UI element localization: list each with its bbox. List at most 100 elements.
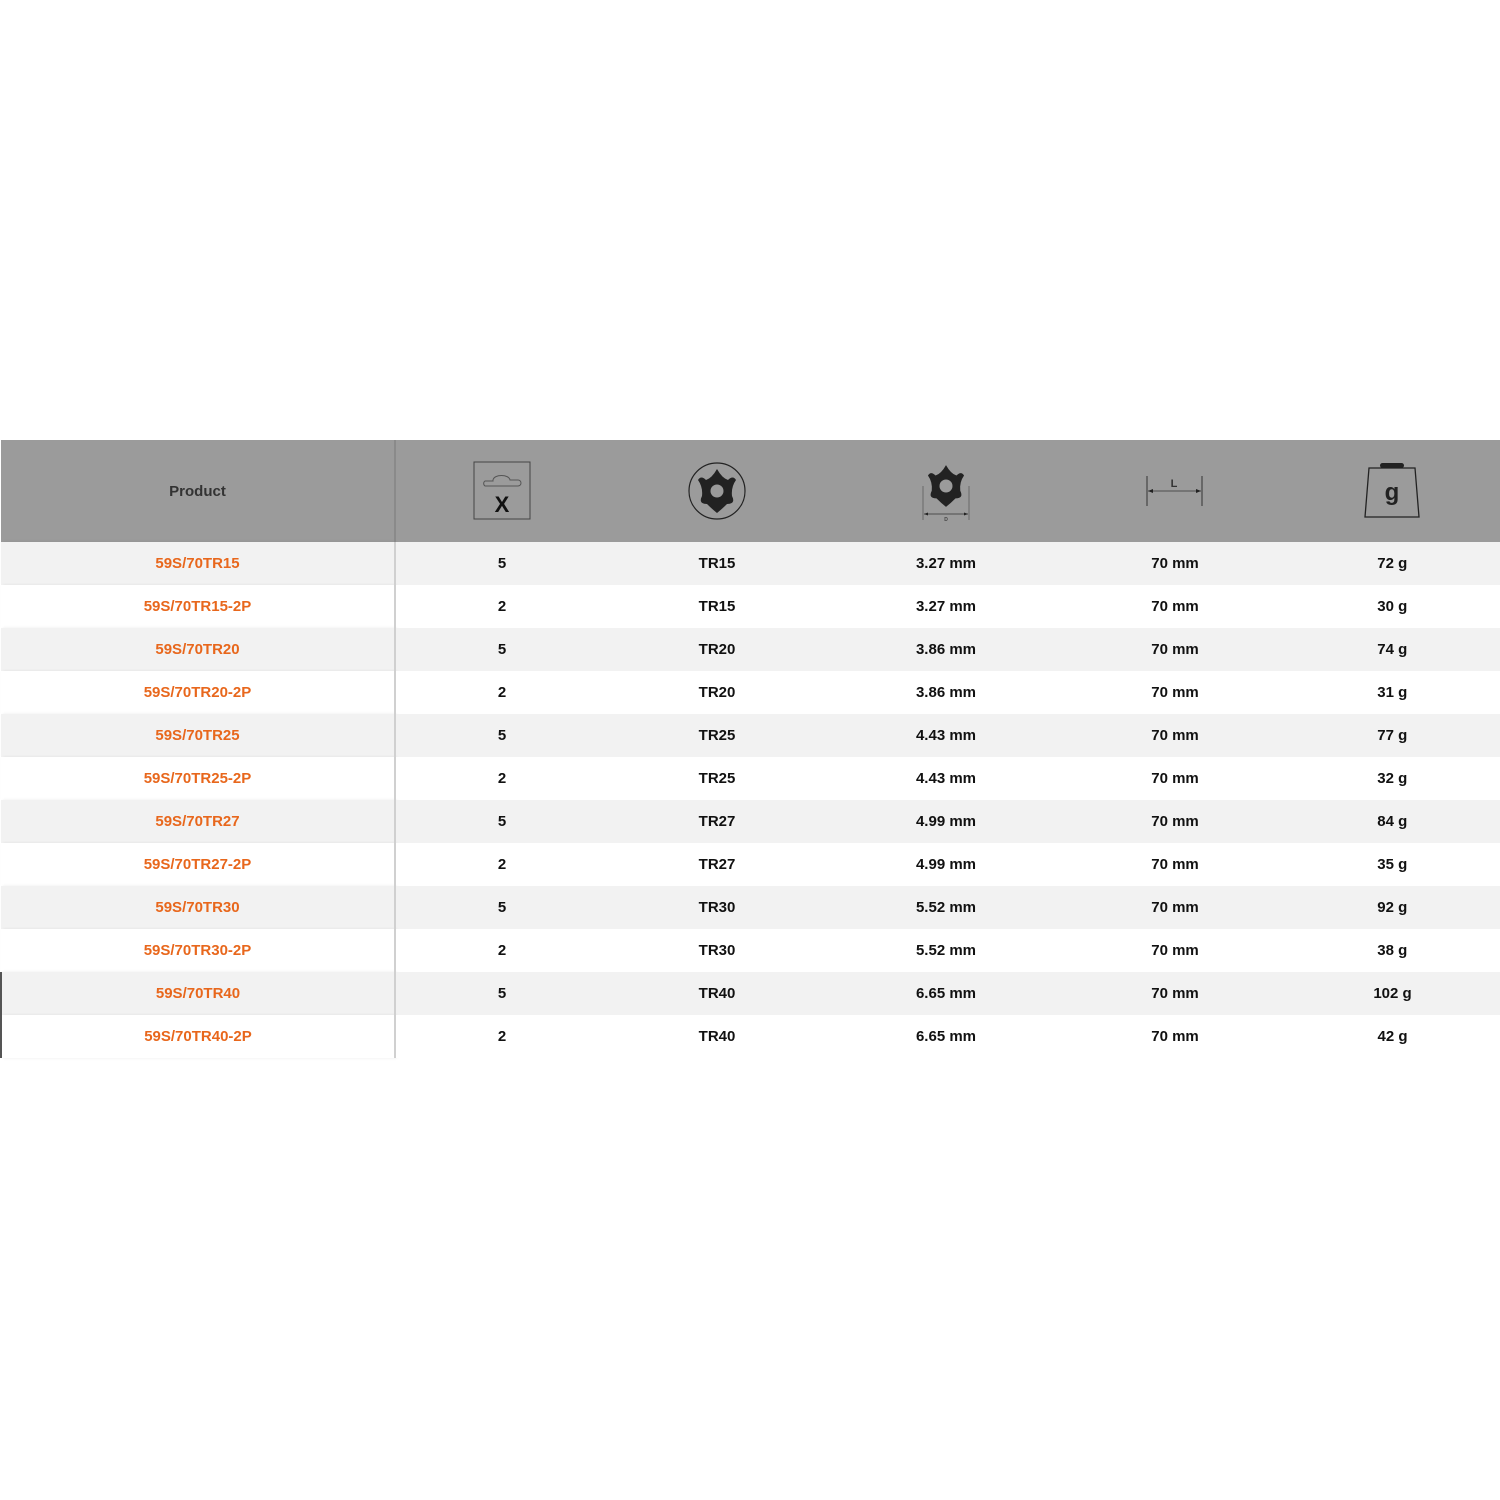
cell-quantity: 5: [395, 628, 608, 671]
table-row: 59S/70TR27-2P 2 TR27 4.99 mm 70 mm 35 g: [1, 843, 1500, 886]
cell-quantity: 5: [395, 714, 608, 757]
cell-weight: 31 g: [1284, 671, 1500, 714]
cell-quantity: 5: [395, 886, 608, 929]
cell-product-link[interactable]: 59S/70TR15: [1, 542, 396, 585]
cell-weight: 74 g: [1284, 628, 1500, 671]
cell-quantity: 2: [395, 585, 608, 628]
cell-diameter: 5.52 mm: [826, 886, 1066, 929]
cell-product-link[interactable]: 59S/70TR25-2P: [1, 757, 396, 800]
cell-drive-size: TR15: [608, 542, 826, 585]
cell-drive-size: TR27: [608, 800, 826, 843]
header-diameter: D: [826, 440, 1066, 542]
cell-diameter: 5.52 mm: [826, 929, 1066, 972]
cell-weight: 72 g: [1284, 542, 1500, 585]
cell-weight: 42 g: [1284, 1015, 1500, 1058]
cell-product-link[interactable]: 59S/70TR27-2P: [1, 843, 396, 886]
cell-length: 70 mm: [1066, 542, 1284, 585]
cell-diameter: 6.65 mm: [826, 1015, 1066, 1058]
cell-weight: 30 g: [1284, 585, 1500, 628]
cell-quantity: 5: [395, 972, 608, 1015]
weight-glyph: g: [1384, 479, 1399, 506]
cell-length: 70 mm: [1066, 886, 1284, 929]
cell-drive-size: TR30: [608, 886, 826, 929]
table-row: 59S/70TR15-2P 2 TR15 3.27 mm 70 mm 30 g: [1, 585, 1500, 628]
header-length: L: [1066, 440, 1284, 542]
table-row: 59S/70TR40 5 TR40 6.65 mm 70 mm 102 g: [0, 972, 1500, 1015]
table-row: 59S/70TR30-2P 2 TR30 5.52 mm 70 mm 38 g: [1, 929, 1500, 972]
cell-drive-size: TR20: [608, 628, 826, 671]
cell-weight: 102 g: [1284, 972, 1500, 1015]
cell-drive-size: TR20: [608, 671, 826, 714]
cell-length: 70 mm: [1066, 585, 1284, 628]
cell-diameter: 4.99 mm: [826, 843, 1066, 886]
table-row: 59S/70TR40-2P 2 TR40 6.65 mm 70 mm 42 g: [0, 1015, 1500, 1058]
cell-length: 70 mm: [1066, 1015, 1284, 1058]
cell-diameter: 3.86 mm: [826, 671, 1066, 714]
header-weight: g: [1284, 440, 1500, 542]
length-icon: L: [1146, 476, 1203, 506]
cell-diameter: 3.86 mm: [826, 628, 1066, 671]
cell-weight: 35 g: [1284, 843, 1500, 886]
cell-drive-size: TR30: [608, 929, 826, 972]
cell-length: 70 mm: [1066, 628, 1284, 671]
cell-product-link[interactable]: 59S/70TR30-2P: [1, 929, 396, 972]
weight-icon: g: [1363, 463, 1420, 518]
cell-product-link[interactable]: 59S/70TR40: [0, 972, 396, 1015]
cell-product-link[interactable]: 59S/70TR20-2P: [1, 671, 396, 714]
cell-drive-size: TR25: [608, 714, 826, 757]
cell-weight: 38 g: [1284, 929, 1500, 972]
table-row: 59S/70TR20-2P 2 TR20 3.86 mm 70 mm 31 g: [1, 671, 1500, 714]
cell-weight: 77 g: [1284, 714, 1500, 757]
table-row: 59S/70TR30 5 TR30 5.52 mm 70 mm 92 g: [1, 886, 1500, 929]
cell-quantity: 2: [395, 1015, 608, 1058]
torx-drive-icon: [688, 462, 746, 520]
cell-product-link[interactable]: 59S/70TR27: [1, 800, 396, 843]
torx-diameter-icon: D: [922, 465, 970, 522]
cell-quantity: 2: [395, 843, 608, 886]
cell-diameter: 3.27 mm: [826, 542, 1066, 585]
cell-weight: 32 g: [1284, 757, 1500, 800]
cell-diameter: 3.27 mm: [826, 585, 1066, 628]
header-product: Product: [1, 440, 396, 542]
header-row: Product X D L g: [1, 440, 1500, 542]
cell-length: 70 mm: [1066, 800, 1284, 843]
cell-drive-size: TR27: [608, 843, 826, 886]
table-row: 59S/70TR27 5 TR27 4.99 mm 70 mm 84 g: [1, 800, 1500, 843]
quantity-glyph: X: [495, 492, 510, 517]
cell-length: 70 mm: [1066, 972, 1284, 1015]
cell-product-link[interactable]: 59S/70TR40-2P: [0, 1015, 396, 1058]
diameter-glyph: D: [944, 517, 948, 522]
cell-weight: 92 g: [1284, 886, 1500, 929]
package-quantity-icon: X: [473, 461, 531, 520]
header-drive: [608, 440, 826, 542]
length-glyph: L: [1171, 478, 1178, 490]
cell-length: 70 mm: [1066, 757, 1284, 800]
cell-diameter: 6.65 mm: [826, 972, 1066, 1015]
table-row: 59S/70TR15 5 TR15 3.27 mm 70 mm 72 g: [1, 542, 1500, 585]
product-spec-table-wrapper: Product X D L g 59S/70TR15 5 TR15 3.27 m…: [0, 440, 1500, 1058]
cell-drive-size: TR40: [608, 972, 826, 1015]
cell-quantity: 2: [395, 757, 608, 800]
cell-weight: 84 g: [1284, 800, 1500, 843]
cell-drive-size: TR15: [608, 585, 826, 628]
cell-quantity: 5: [395, 542, 608, 585]
cell-drive-size: TR25: [608, 757, 826, 800]
table-row: 59S/70TR25-2P 2 TR25 4.43 mm 70 mm 32 g: [1, 757, 1500, 800]
cell-length: 70 mm: [1066, 671, 1284, 714]
cell-diameter: 4.43 mm: [826, 714, 1066, 757]
product-spec-table: Product X D L g 59S/70TR15 5 TR15 3.27 m…: [0, 440, 1500, 1058]
table-row: 59S/70TR25 5 TR25 4.43 mm 70 mm 77 g: [1, 714, 1500, 757]
header-quantity: X: [395, 440, 608, 542]
cell-product-link[interactable]: 59S/70TR30: [1, 886, 396, 929]
cell-diameter: 4.99 mm: [826, 800, 1066, 843]
cell-length: 70 mm: [1066, 929, 1284, 972]
cell-quantity: 2: [395, 671, 608, 714]
table-row: 59S/70TR20 5 TR20 3.86 mm 70 mm 74 g: [1, 628, 1500, 671]
cell-length: 70 mm: [1066, 843, 1284, 886]
cell-length: 70 mm: [1066, 714, 1284, 757]
cell-product-link[interactable]: 59S/70TR25: [1, 714, 396, 757]
cell-quantity: 5: [395, 800, 608, 843]
cell-product-link[interactable]: 59S/70TR15-2P: [1, 585, 396, 628]
cell-product-link[interactable]: 59S/70TR20: [1, 628, 396, 671]
cell-diameter: 4.43 mm: [826, 757, 1066, 800]
